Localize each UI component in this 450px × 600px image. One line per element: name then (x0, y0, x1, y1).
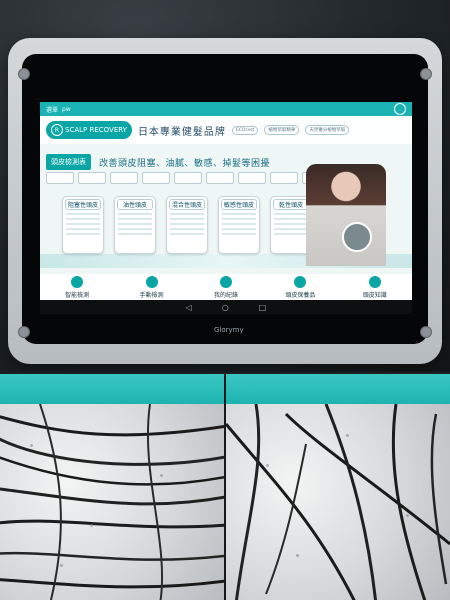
filter-chip[interactable] (270, 172, 298, 184)
recent-apps-icon[interactable]: □ (259, 303, 267, 312)
smart-test-icon (71, 275, 84, 288)
chip-row (46, 172, 330, 184)
book-icon (368, 275, 381, 288)
brand-pill: 植物萃取精華 (264, 125, 300, 135)
filter-chip[interactable] (206, 172, 234, 184)
filter-chip[interactable] (174, 172, 202, 184)
brand-title: 日本專業健髮品牌 (137, 126, 226, 138)
tab-scalp-test[interactable]: 頭皮檢測表 (46, 154, 91, 170)
nav-products[interactable]: 頭皮保養品 (265, 275, 335, 299)
back-icon[interactable]: ◁ (186, 303, 192, 312)
brand-pill: 天然養分植物萃取 (305, 125, 350, 135)
tablet-brand-logo: Glorymy (214, 326, 244, 334)
screen-header-strip (0, 374, 224, 404)
nav-label: 頭皮保養品 (285, 291, 316, 299)
nav-label: 手動檢測 (139, 291, 164, 299)
hair-strands (0, 403, 224, 600)
filter-chip[interactable] (142, 172, 170, 184)
screw-icon (420, 326, 432, 338)
model-photo (306, 164, 386, 266)
scalp-card-mixed[interactable]: 混合性頭皮 (166, 196, 208, 254)
nav-knowledge[interactable]: 頭皮知識 (340, 275, 410, 299)
scalp-card-clogged[interactable]: 阻塞性頭皮 (62, 196, 104, 254)
nav-smart-test[interactable]: 智能檢測 (42, 275, 112, 299)
status-bar: 選單 pw (40, 102, 412, 116)
brand-bar: R SCALP RECOVERY 日本專業健髮品牌 ECOcert 植物萃取精華… (40, 116, 412, 144)
tablet-photo: 選單 pw R SCALP RECOVERY 日本專業健髮品牌 ECOcert … (0, 0, 450, 372)
screw-icon (420, 68, 432, 80)
status-sub: pw (62, 105, 71, 113)
card-title: 敏感性頭皮 (221, 199, 257, 210)
card-title: 阻塞性頭皮 (65, 199, 101, 210)
bottom-nav: 智能檢測 手動檢測 我的紀錄 頭皮保養品 頭皮知識 (40, 274, 412, 300)
r-logo-icon: R (51, 124, 63, 136)
scalp-card-sensitive[interactable]: 敏感性頭皮 (218, 196, 260, 254)
card-title: 油性頭皮 (117, 199, 153, 210)
scalp-card-oily[interactable]: 油性頭皮 (114, 196, 156, 254)
brand-pill: ECOcert (231, 125, 259, 135)
magnifier-icon (145, 275, 158, 288)
hair-closeup-icon (342, 222, 372, 252)
nav-label: 我的紀錄 (213, 291, 238, 299)
nav-records[interactable]: 我的紀錄 (191, 275, 261, 299)
nav-label: 智能檢測 (65, 291, 90, 299)
screen-header-strip (226, 374, 450, 404)
slogan-text: 改善頭皮阻塞、油膩、敏感、掉髮等困擾 (99, 158, 271, 169)
filter-chip[interactable] (110, 172, 138, 184)
records-icon (219, 275, 232, 288)
scalp-microscope-image (226, 403, 450, 600)
screw-icon (18, 326, 30, 338)
system-nav-bar: ◁ ○ □ (40, 300, 412, 314)
scalp-microscope-image (0, 403, 224, 600)
nav-label: 頭皮知識 (362, 291, 387, 299)
product-icon (294, 275, 307, 288)
filter-chip[interactable] (46, 172, 74, 184)
brand-logo: R SCALP RECOVERY (46, 121, 132, 139)
hair-strands (226, 403, 450, 600)
tablet-screen: 選單 pw R SCALP RECOVERY 日本專業健髮品牌 ECOcert … (40, 102, 412, 314)
scalp-type-cards: 阻塞性頭皮 油性頭皮 混合性頭皮 敏感性頭皮 乾性頭皮 (62, 196, 312, 254)
filter-chip[interactable] (78, 172, 106, 184)
microscope-view-right (226, 374, 450, 600)
nav-manual-test[interactable]: 手動檢測 (117, 275, 187, 299)
camera-icon[interactable] (394, 103, 406, 115)
menu-label[interactable]: 選單 (46, 105, 58, 114)
section-header: 頭皮檢測表 改善頭皮阻塞、油膩、敏感、掉髮等困擾 (46, 154, 270, 170)
card-title: 乾性頭皮 (273, 199, 309, 210)
filter-chip[interactable] (238, 172, 266, 184)
microscope-view-left (0, 374, 224, 600)
screw-icon (18, 68, 30, 80)
home-icon[interactable]: ○ (222, 303, 229, 312)
card-title: 混合性頭皮 (169, 199, 205, 210)
brand-logo-text: SCALP RECOVERY (65, 126, 127, 134)
